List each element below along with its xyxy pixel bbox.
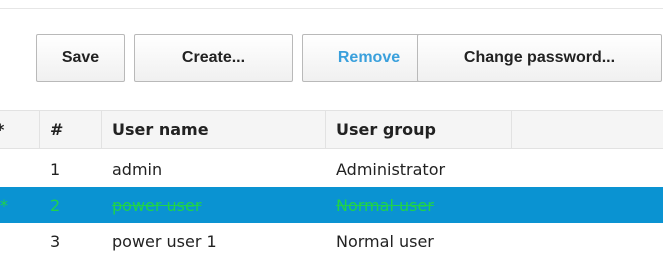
row-number: 2 — [50, 195, 61, 215]
top-divider — [0, 8, 663, 9]
table-header: * # User name User group — [0, 110, 663, 149]
column-header-filler — [512, 111, 663, 148]
create-user-button[interactable]: Create... — [134, 34, 293, 82]
column-header-user-name[interactable]: User name — [102, 111, 326, 148]
column-header-modified[interactable]: * — [0, 111, 40, 148]
column-header-number[interactable]: # — [40, 111, 102, 148]
row-modified-mark — [0, 223, 40, 259]
save-button[interactable]: Save — [36, 34, 125, 82]
row-modified-mark: * — [0, 195, 8, 215]
row-user-group: Normal user — [336, 195, 434, 215]
row-user-name: power user 1 — [112, 231, 217, 251]
row-number: 1 — [50, 159, 61, 179]
row-user-group: Normal user — [336, 231, 434, 251]
row-user-name: admin — [112, 159, 163, 179]
table-row-selected[interactable]: * 2 power user Normal user — [0, 187, 663, 223]
row-user-name: power user — [112, 195, 202, 215]
row-modified-mark — [0, 151, 40, 187]
remove-user-button[interactable]: Remove — [302, 34, 436, 82]
row-number: 3 — [50, 231, 61, 251]
column-header-user-group[interactable]: User group — [326, 111, 512, 148]
table-row[interactable]: 3 power user 1 Normal user — [0, 223, 663, 259]
users-table: * # User name User group 1 admin Adminis… — [0, 110, 663, 252]
row-user-group: Administrator — [336, 159, 446, 179]
table-row[interactable]: 1 admin Administrator — [0, 151, 663, 187]
change-password-button[interactable]: Change password... — [417, 34, 662, 82]
